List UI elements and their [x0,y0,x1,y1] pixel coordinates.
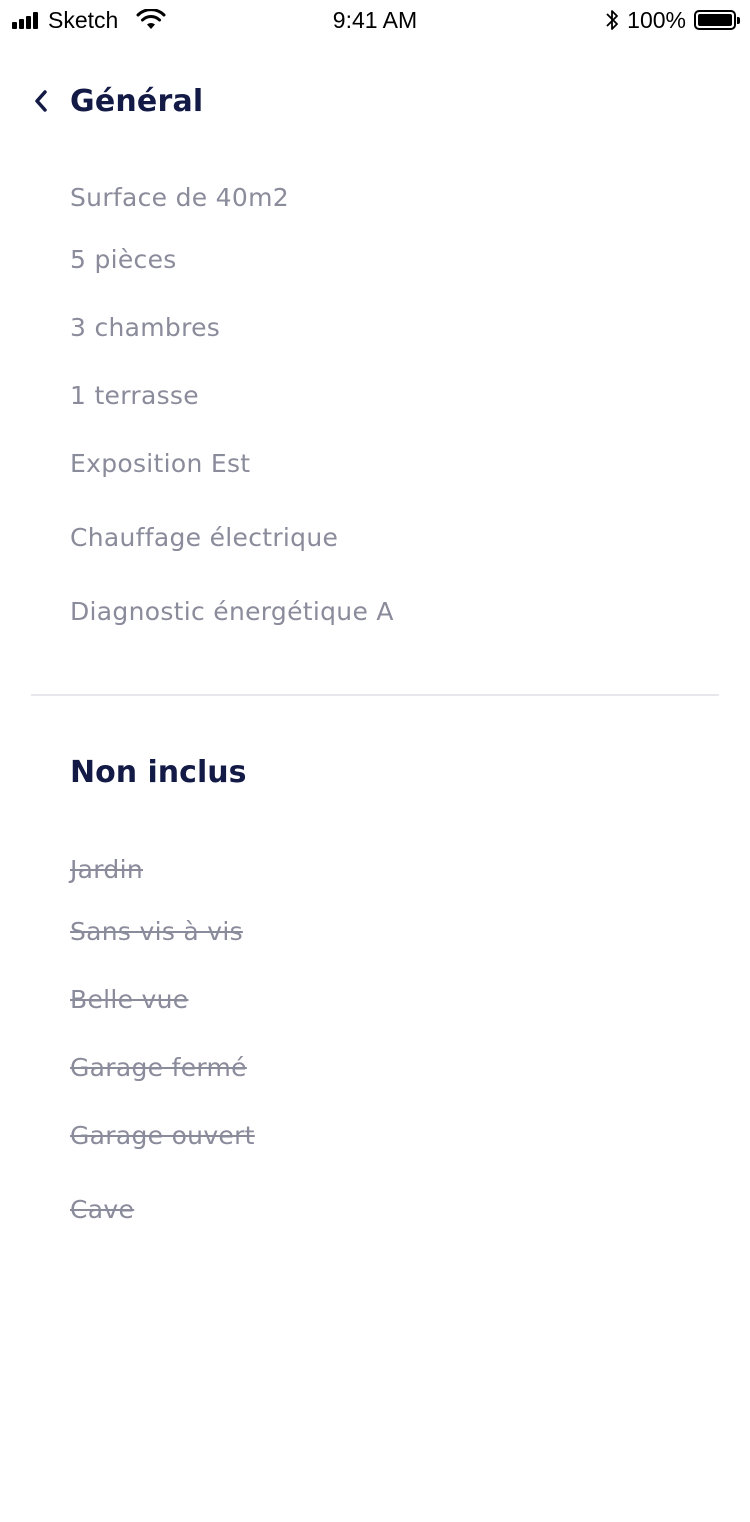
bluetooth-icon [606,10,619,30]
header: Général [30,78,203,124]
excluded-item: Belle vue [70,985,189,1014]
feature-item: Surface de 40m2 [70,183,289,212]
chevron-left-icon[interactable] [30,86,52,116]
battery-fill [698,14,732,26]
page-title: Général [70,83,204,119]
excluded-item: Garage fermé [70,1053,247,1082]
excluded-item: Garage ouvert [70,1121,255,1150]
feature-item: 3 chambres [70,313,221,342]
feature-item: Diagnostic énergétique A [70,597,394,626]
battery-icon [694,10,740,30]
excluded-item: Cave [70,1195,135,1224]
feature-item: Exposition Est [70,449,251,478]
section-title-not-included: Non inclus [70,755,247,790]
feature-item: Chauffage électrique [70,523,339,552]
excluded-item: Sans vis à vis [70,917,243,946]
excluded-item: Jardin [70,855,143,884]
status-bar: Sketch 9:41 AM 100% [0,0,750,40]
battery-percent: 100% [627,7,686,33]
divider [31,694,719,696]
feature-item: 5 pièces [70,245,177,274]
feature-item: 1 terrasse [70,381,199,410]
status-bar-right: 100% [605,6,740,34]
